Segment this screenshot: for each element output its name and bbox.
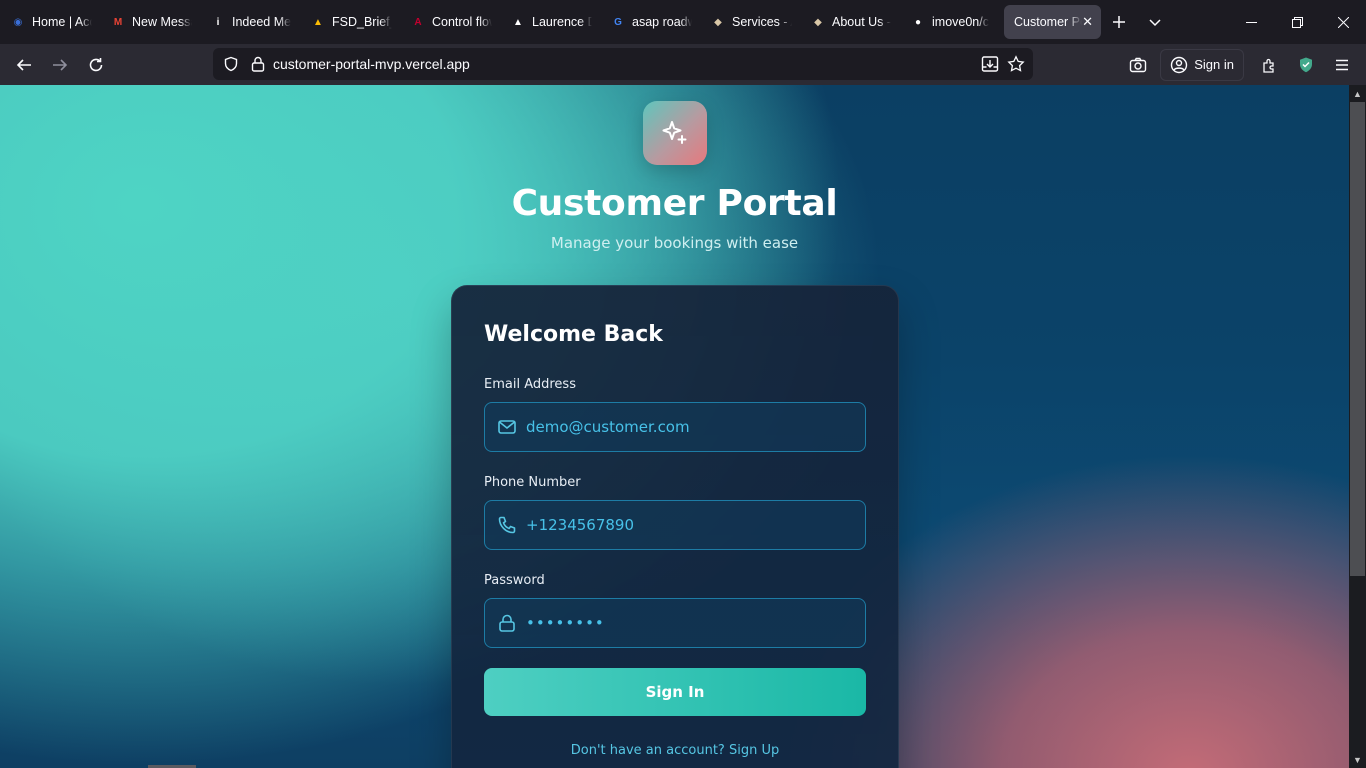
tab-title: New Message — [132, 15, 192, 29]
close-tab-icon[interactable]: ✕ — [1082, 14, 1093, 30]
camera-icon — [1130, 57, 1147, 72]
hamburger-icon — [1336, 59, 1348, 70]
tab-item[interactable]: ▲ Laurence D — [500, 5, 600, 39]
tab-item[interactable]: ▲ FSD_Brief_ — [300, 5, 400, 39]
forward-button[interactable] — [42, 49, 78, 81]
globe-icon: ◉ — [13, 16, 23, 28]
password-label: Password — [484, 573, 545, 588]
email-field[interactable] — [484, 402, 866, 452]
minimize-button[interactable] — [1228, 0, 1274, 44]
window-controls — [1228, 0, 1366, 44]
address-bar-actions — [981, 55, 1033, 73]
reload-button[interactable] — [78, 49, 114, 81]
menu-button[interactable] — [1324, 49, 1360, 81]
close-window-button[interactable] — [1320, 0, 1366, 44]
tab-title: Home | Acc — [32, 15, 92, 29]
tab-title: Laurence D — [532, 15, 592, 29]
password-input[interactable] — [526, 614, 865, 632]
adblock-extension-button[interactable] — [1288, 49, 1324, 81]
angular-icon: A — [414, 16, 422, 28]
tab-item[interactable]: ● imove0n/c — [900, 5, 1000, 39]
sign-in-label: Sign in — [1194, 57, 1234, 72]
scroll-down-arrow-icon[interactable]: ▼ — [1349, 751, 1366, 768]
tab-strip: ◉ Home | Acc M New Message i Indeed Me ▲ FSD_Br… — [0, 0, 1366, 44]
drive-icon: ▲ — [313, 16, 323, 28]
password-field[interactable] — [484, 598, 866, 648]
card-heading: Welcome Back — [484, 322, 663, 347]
tab-item[interactable]: Gasap roadw — [600, 5, 700, 39]
sign-up-link[interactable]: Sign Up — [729, 743, 779, 758]
bookmark-star-icon[interactable] — [1007, 55, 1025, 73]
save-to-pocket-icon[interactable] — [981, 55, 999, 73]
plus-icon — [1113, 16, 1125, 28]
puzzle-icon — [1263, 58, 1274, 73]
tab-item[interactable]: i Indeed Me — [200, 5, 300, 39]
phone-icon — [497, 515, 517, 535]
shield-extension-icon — [1300, 57, 1312, 72]
email-label: Email Address — [484, 377, 576, 392]
tab-list: ◉ Home | Acc M New Message i Indeed Me ▲ FSD_Br… — [0, 0, 1000, 44]
tab-item[interactable]: A Control flow — [400, 5, 500, 39]
triangle-icon: ▲ — [513, 16, 523, 28]
lock-icon[interactable] — [251, 56, 265, 72]
tab-item[interactable]: M New Message — [100, 5, 200, 39]
phone-field[interactable] — [484, 500, 866, 550]
toolbar-right: Sign in — [1120, 44, 1366, 85]
arrow-right-icon — [53, 58, 68, 71]
scrollbar-thumb[interactable] — [1350, 102, 1365, 576]
restore-button[interactable] — [1274, 0, 1320, 44]
url-text: customer-portal-mvp.vercel.app — [273, 56, 470, 72]
tab-title: About Us - — [832, 15, 892, 29]
page-title: Customer Portal — [511, 183, 838, 224]
phone-label: Phone Number — [484, 475, 581, 490]
restore-icon — [1291, 16, 1303, 28]
chevron-down-icon — [1149, 19, 1161, 27]
sign-in-button[interactable]: Sign In — [484, 668, 866, 716]
tab-title: imove0n/c — [932, 15, 989, 29]
reload-icon — [89, 57, 103, 71]
tab-item[interactable]: ◉ Home | Acc — [0, 5, 100, 39]
new-tab-button[interactable] — [1101, 5, 1137, 39]
close-icon — [1337, 16, 1349, 28]
tab-title: Services - A — [732, 15, 792, 29]
tab-item[interactable]: ◆ About Us - — [800, 5, 900, 39]
mail-icon — [497, 417, 517, 437]
gmail-icon: M — [113, 16, 123, 28]
minimize-icon — [1245, 21, 1257, 23]
google-icon: G — [614, 16, 622, 28]
screenshot-button[interactable] — [1120, 49, 1156, 81]
shield-icon[interactable] — [223, 56, 239, 72]
tab-title: FSD_Brief_ — [332, 15, 392, 29]
address-bar[interactable]: customer-portal-mvp.vercel.app — [213, 48, 1033, 80]
tab-title: asap roadw — [632, 15, 692, 29]
page-subtitle: Manage your bookings with ease — [550, 234, 799, 252]
navigation-toolbar: customer-portal-mvp.vercel.app Sign in — [0, 44, 1366, 85]
tab-customer-portal[interactable]: Customer Portal ✕ — [1004, 5, 1101, 39]
tab-title: Control flow — [432, 15, 492, 29]
tab-title: Customer Portal — [1014, 15, 1082, 29]
extensions-button[interactable] — [1252, 49, 1288, 81]
app-logo — [643, 101, 707, 165]
list-all-tabs-button[interactable] — [1137, 5, 1173, 39]
email-input[interactable] — [526, 418, 865, 436]
lock-icon — [497, 613, 517, 633]
signup-prompt: Don't have an account? Sign Up — [452, 743, 898, 758]
github-icon: ● — [914, 16, 922, 28]
sparkles-icon — [662, 121, 687, 144]
account-sign-in-button[interactable]: Sign in — [1160, 48, 1244, 81]
tab-item[interactable]: ◆ Services - A — [700, 5, 800, 39]
site-icon: ◆ — [714, 16, 722, 28]
page-viewport: Customer Portal Manage your bookings wit… — [0, 85, 1349, 768]
vertical-scrollbar[interactable]: ▲ ▼ — [1349, 85, 1366, 768]
signup-prompt-text: Don't have an account? — [570, 743, 725, 758]
phone-input[interactable] — [526, 516, 865, 534]
tab-title: Indeed Me — [232, 15, 292, 29]
back-button[interactable] — [6, 49, 42, 81]
site-icon: ◆ — [814, 16, 822, 28]
info-icon: i — [216, 16, 220, 28]
login-card: Welcome Back Email Address Phone Number … — [451, 285, 899, 768]
scroll-up-arrow-icon[interactable]: ▲ — [1349, 85, 1366, 102]
arrow-left-icon — [16, 58, 31, 71]
account-icon — [1171, 56, 1188, 73]
